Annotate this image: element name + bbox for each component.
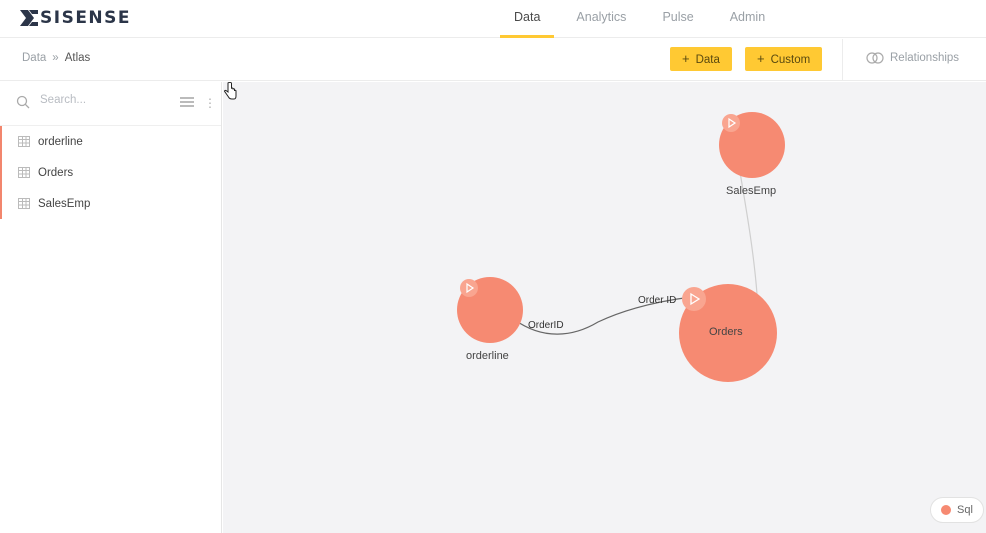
play-icon [466, 282, 475, 294]
play-badge-icon[interactable] [460, 279, 478, 297]
search-icon [16, 95, 30, 109]
sisense-logo[interactable]: SISENSE [20, 8, 131, 28]
legend-label: Sql [957, 504, 973, 516]
breadcrumb-root[interactable]: Data [22, 52, 46, 64]
breadcrumb-separator: » [52, 52, 59, 64]
add-data-label: Data [695, 54, 720, 66]
relationships-label: Relationships [890, 52, 960, 64]
play-icon [690, 292, 701, 306]
add-custom-button[interactable]: + Custom [745, 47, 823, 71]
schema-canvas[interactable]: SalesEmp orderline Orders OrderID Order … [223, 82, 986, 533]
legend-dot [941, 505, 951, 515]
tab-pulse[interactable]: Pulse [648, 0, 707, 38]
sidebar-item-label: Orders [38, 166, 74, 179]
node-label-salesemp: SalesEmp [726, 185, 777, 197]
table-icon [18, 136, 30, 147]
table-icon [18, 198, 30, 209]
search-input[interactable] [40, 94, 160, 106]
hand-pointer-icon [224, 82, 237, 100]
edge-label-order-id: Order ID [638, 295, 677, 306]
play-icon [728, 117, 737, 129]
breadcrumb-current: Atlas [64, 52, 91, 64]
top-navigation-bar: SISENSE Data Analytics Pulse Admin [0, 0, 986, 38]
sisense-app: SISENSE Data Analytics Pulse Admin Data … [0, 0, 986, 533]
sisense-logo-icon [20, 10, 38, 26]
logo-text: SISENSE [40, 8, 132, 28]
breadcrumb: Data » Atlas [22, 52, 90, 64]
main-nav: Data Analytics Pulse Admin [500, 0, 787, 38]
tab-analytics[interactable]: Analytics [562, 0, 640, 38]
plus-icon: + [757, 51, 765, 66]
sidebar-item-salesemp[interactable]: SalesEmp [0, 188, 221, 219]
play-badge-icon[interactable] [722, 114, 740, 132]
tab-admin[interactable]: Admin [716, 0, 779, 38]
relationships-icon [866, 52, 884, 64]
list-view-icon[interactable] [180, 97, 194, 107]
relationships-button[interactable]: Relationships [866, 52, 959, 64]
tab-data[interactable]: Data [500, 0, 555, 38]
tables-sidebar: ⋮ orderline Orders [0, 82, 222, 533]
legend-badge: Sql [930, 497, 984, 523]
edge-label-orderid: OrderID [528, 320, 564, 331]
node-label-orders: Orders [709, 326, 743, 338]
add-data-button[interactable]: + Data [670, 47, 732, 71]
divider [842, 39, 843, 81]
sidebar-item-label: orderline [38, 135, 83, 148]
sidebar-item-label: SalesEmp [38, 197, 91, 210]
play-badge-icon[interactable] [682, 287, 706, 311]
plus-icon: + [682, 51, 690, 66]
relationship-lines [514, 129, 758, 335]
table-icon [18, 167, 30, 178]
search-row: ⋮ [0, 82, 221, 126]
sub-header: Data » Atlas + Data + Custom Relationships [0, 39, 986, 81]
more-options-icon[interactable]: ⋮ [204, 96, 216, 110]
node-label-orderline: orderline [466, 350, 509, 362]
sidebar-item-orders[interactable]: Orders [0, 157, 221, 188]
sidebar-item-orderline[interactable]: orderline [0, 126, 221, 157]
add-custom-label: Custom [770, 54, 811, 66]
